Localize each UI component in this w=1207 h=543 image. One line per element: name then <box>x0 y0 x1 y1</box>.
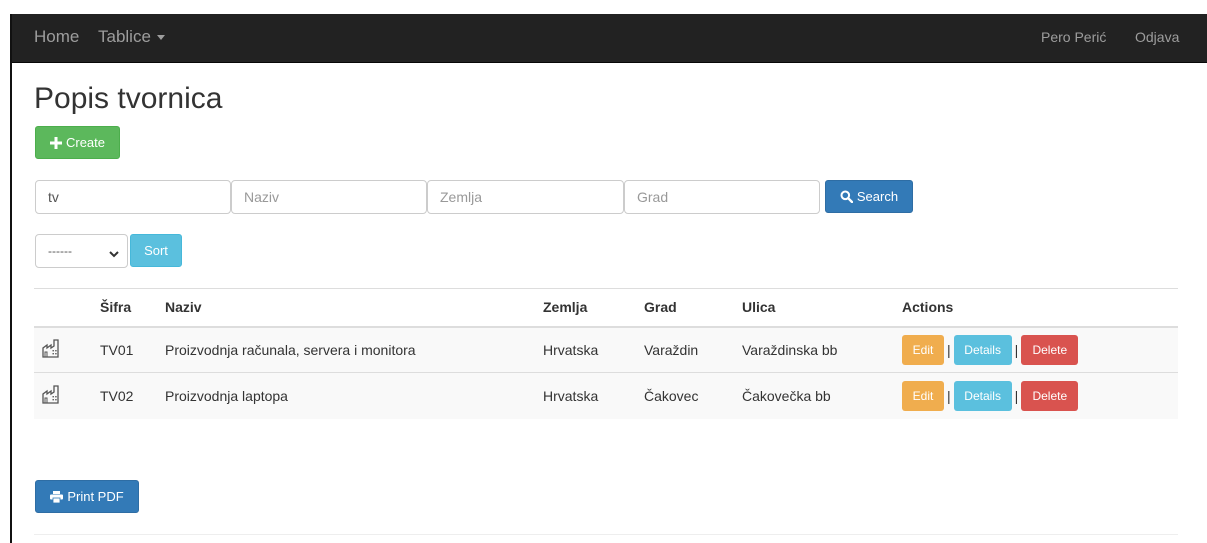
cell-zemlja: Hrvatska <box>535 372 636 419</box>
create-button[interactable]: Create <box>35 126 120 159</box>
edit-button[interactable]: Edit <box>902 334 944 365</box>
header-actions: Actions <box>894 288 1178 328</box>
zemlja-search-input[interactable] <box>427 180 624 214</box>
cell-actions: Edit | Details | Delete <box>894 326 1178 373</box>
grad-search-input[interactable] <box>624 180 820 214</box>
nav-logout-link[interactable]: Odjava <box>1135 14 1179 63</box>
create-button-label: Create <box>65 135 106 150</box>
details-button[interactable]: Details <box>953 380 1012 411</box>
header-icon <box>34 288 92 328</box>
sort-select-value: ------ <box>48 244 72 258</box>
cell-ulica: Čakovečka bb <box>734 372 894 419</box>
action-separator: | <box>1014 387 1019 404</box>
search-button[interactable]: Search <box>825 180 913 213</box>
sort-button-label: Sort <box>144 243 168 258</box>
factories-table: Šifra Naziv Zemlja Grad Ulica Actions TV… <box>34 288 1178 419</box>
cell-grad: Čakovec <box>636 372 734 419</box>
header-grad: Grad <box>636 288 734 328</box>
action-separator: | <box>947 387 951 404</box>
sort-select[interactable]: ------ <box>35 234 128 268</box>
caret-down-icon <box>156 35 165 41</box>
row-icon-cell <box>34 372 92 419</box>
window-left-border <box>10 14 12 543</box>
search-button-label: Search <box>856 189 899 204</box>
navbar: Home Tablice Pero Perić Odjava <box>12 14 1207 63</box>
edit-button[interactable]: Edit <box>902 380 944 411</box>
cell-ulica: Varaždinska bb <box>734 326 894 373</box>
footer-divider <box>34 534 1178 535</box>
cell-sifra: TV01 <box>92 326 157 373</box>
header-sifra: Šifra <box>92 288 157 328</box>
nav-tablice-label: Tablice <box>98 27 151 46</box>
print-pdf-button[interactable]: Print PDF <box>35 480 139 513</box>
header-ulica: Ulica <box>734 288 894 328</box>
cell-actions: Edit | Details | Delete <box>894 372 1178 419</box>
action-separator: | <box>947 341 951 358</box>
action-separator: | <box>1014 341 1019 358</box>
sort-button[interactable]: Sort <box>130 234 182 267</box>
cell-sifra: TV02 <box>92 372 157 419</box>
window-top-margin <box>0 0 1207 14</box>
cell-grad: Varaždin <box>636 326 734 373</box>
details-button[interactable]: Details <box>953 334 1012 365</box>
table-header-row: Šifra Naziv Zemlja Grad Ulica Actions <box>34 288 1178 328</box>
sifra-search-input[interactable] <box>35 180 231 214</box>
print-pdf-label: Print PDF <box>67 489 124 504</box>
delete-button[interactable]: Delete <box>1021 380 1079 411</box>
header-naziv: Naziv <box>157 288 535 328</box>
nav-tablice-dropdown[interactable]: Tablice <box>98 14 165 63</box>
factory-icon <box>42 385 62 407</box>
chevron-down-icon <box>109 247 119 261</box>
print-icon <box>50 490 64 503</box>
delete-button[interactable]: Delete <box>1021 334 1079 365</box>
table-row: TV01 Proizvodnja računala, servera i mon… <box>34 326 1178 373</box>
nav-user-link[interactable]: Pero Perić <box>1041 14 1106 63</box>
cell-naziv: Proizvodnja računala, servera i monitora <box>157 326 535 373</box>
header-zemlja: Zemlja <box>535 288 636 328</box>
factory-icon <box>42 339 62 361</box>
table-row: TV02 Proizvodnja laptopa Hrvatska Čakove… <box>34 372 1178 419</box>
plus-icon <box>49 136 62 149</box>
search-icon <box>840 190 853 203</box>
page-title: Popis tvornica <box>34 82 223 115</box>
cell-naziv: Proizvodnja laptopa <box>157 372 535 419</box>
row-icon-cell <box>34 326 92 373</box>
cell-zemlja: Hrvatska <box>535 326 636 373</box>
naziv-search-input[interactable] <box>231 180 427 214</box>
nav-home-link[interactable]: Home <box>34 14 79 63</box>
